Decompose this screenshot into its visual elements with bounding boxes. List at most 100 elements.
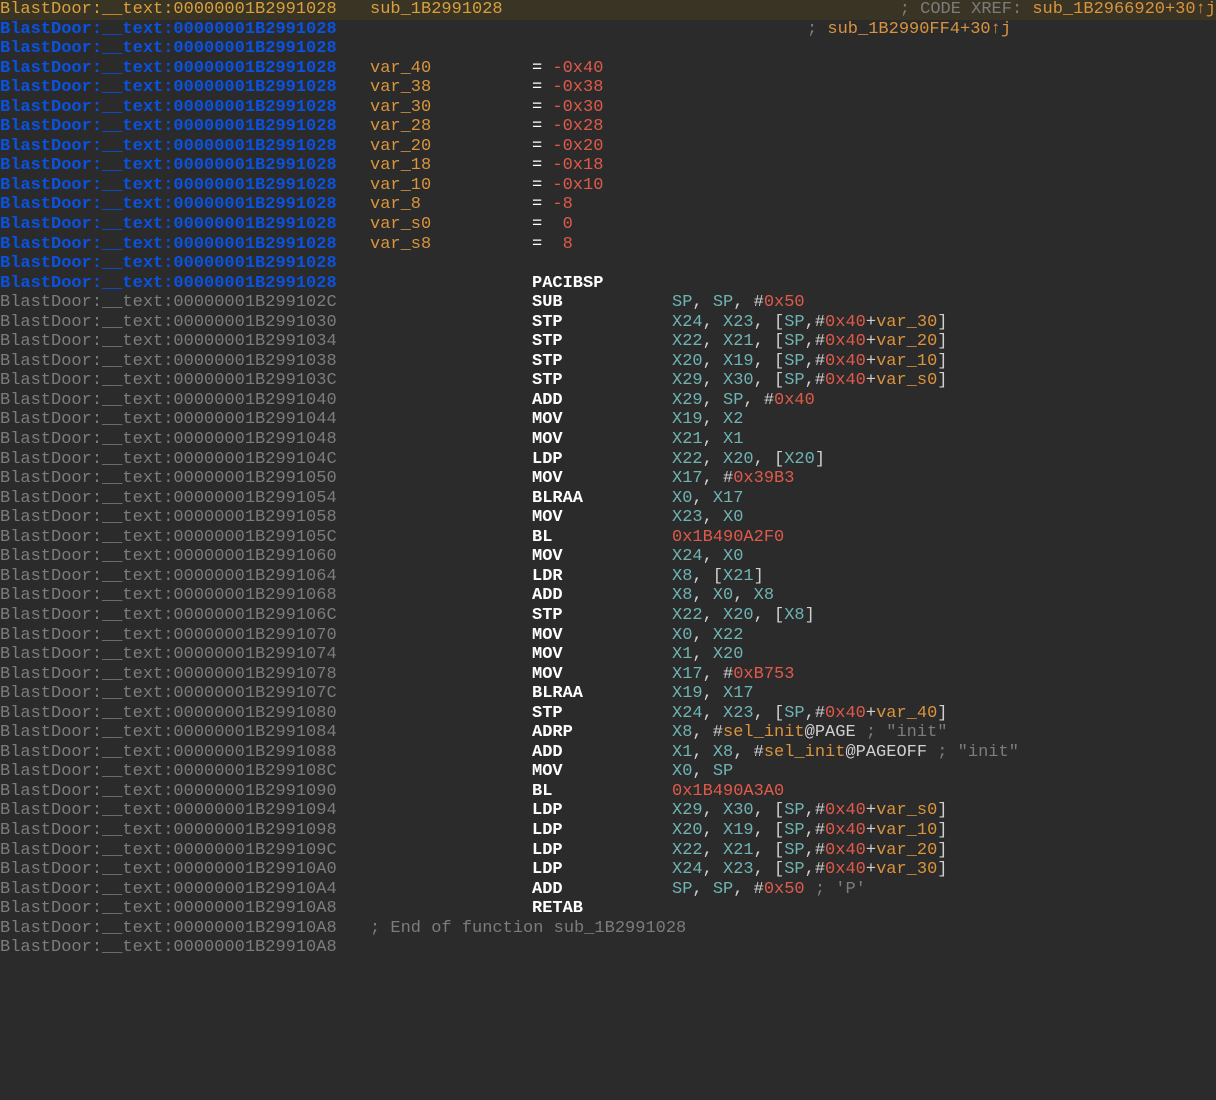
register[interactable]: X22 xyxy=(672,841,703,860)
stack-var-ref[interactable]: var_40 xyxy=(876,704,937,723)
stack-var-name[interactable]: var_8 xyxy=(370,195,532,215)
register[interactable]: X21 xyxy=(723,841,754,860)
disasm-line[interactable]: BlastDoor:__text:00000001B299102CSUBSP, … xyxy=(0,293,1216,313)
register[interactable]: X23 xyxy=(672,508,703,527)
register[interactable]: X17 xyxy=(672,469,703,488)
register[interactable]: X2 xyxy=(723,410,743,429)
register[interactable]: SP xyxy=(672,880,692,899)
register[interactable]: X0 xyxy=(672,762,692,781)
register[interactable]: X29 xyxy=(672,801,703,820)
disasm-line[interactable]: BlastDoor:__text:00000001B2991070MOVX0, … xyxy=(0,626,1216,646)
register[interactable]: X23 xyxy=(723,860,754,879)
register[interactable]: X24 xyxy=(672,547,703,566)
register[interactable]: X19 xyxy=(672,684,703,703)
register[interactable]: X0 xyxy=(723,547,743,566)
disasm-line[interactable]: BlastDoor:__text:00000001B29910A8RETAB xyxy=(0,899,1216,919)
xref-link[interactable]: sub_1B2990FF4+30↑j xyxy=(827,20,1011,40)
stack-var-name[interactable]: var_38 xyxy=(370,78,532,98)
register[interactable]: SP xyxy=(713,293,733,312)
stack-var-ref[interactable]: var_30 xyxy=(876,860,937,879)
register[interactable]: X20 xyxy=(713,645,744,664)
disasm-line[interactable]: BlastDoor:__text:00000001B2991028; sub_1… xyxy=(0,20,1216,40)
disasm-line[interactable]: BlastDoor:__text:00000001B2991084ADRPX8,… xyxy=(0,723,1216,743)
register[interactable]: X0 xyxy=(672,626,692,645)
selector-ref[interactable]: sel_init xyxy=(764,743,846,762)
disasm-line[interactable]: BlastDoor:__text:00000001B2991074MOVX1, … xyxy=(0,645,1216,665)
register[interactable]: X20 xyxy=(672,821,703,840)
disasm-line[interactable]: BlastDoor:__text:00000001B2991028var_28=… xyxy=(0,117,1216,137)
stack-var-ref[interactable]: var_10 xyxy=(876,821,937,840)
register[interactable]: X19 xyxy=(672,410,703,429)
disassembly-listing[interactable]: BlastDoor:__text:00000001B2991028sub_1B2… xyxy=(0,0,1216,958)
disasm-line[interactable]: BlastDoor:__text:00000001B2991028var_8= … xyxy=(0,195,1216,215)
disasm-line[interactable]: BlastDoor:__text:00000001B29910A0LDPX24,… xyxy=(0,860,1216,880)
register[interactable]: X20 xyxy=(672,352,703,371)
disasm-line[interactable]: BlastDoor:__text:00000001B2991028var_10=… xyxy=(0,176,1216,196)
disasm-line[interactable]: BlastDoor:__text:00000001B2991080STPX24,… xyxy=(0,704,1216,724)
disasm-line[interactable]: BlastDoor:__text:00000001B2991050MOVX17,… xyxy=(0,469,1216,489)
disasm-line[interactable]: BlastDoor:__text:00000001B2991028var_30=… xyxy=(0,98,1216,118)
register[interactable]: SP xyxy=(784,860,804,879)
disasm-line[interactable]: BlastDoor:__text:00000001B2991028var_s0=… xyxy=(0,215,1216,235)
register[interactable]: X21 xyxy=(672,430,703,449)
disasm-line[interactable]: BlastDoor:__text:00000001B299107CBLRAAX1… xyxy=(0,684,1216,704)
stack-var-ref[interactable]: var_s0 xyxy=(876,371,937,390)
disasm-line[interactable]: BlastDoor:__text:00000001B29910A4ADDSP, … xyxy=(0,880,1216,900)
disasm-line[interactable]: BlastDoor:__text:00000001B2991028PACIBSP xyxy=(0,274,1216,294)
disasm-line[interactable]: BlastDoor:__text:00000001B299105CBL0x1B4… xyxy=(0,528,1216,548)
disasm-line[interactable]: BlastDoor:__text:00000001B2991090BL0x1B4… xyxy=(0,782,1216,802)
register[interactable]: X8 xyxy=(672,567,692,586)
register[interactable]: SP xyxy=(713,880,733,899)
register[interactable]: SP xyxy=(672,293,692,312)
disasm-line[interactable]: BlastDoor:__text:00000001B2991034STPX22,… xyxy=(0,332,1216,352)
register[interactable]: X0 xyxy=(713,586,733,605)
register[interactable]: X24 xyxy=(672,704,703,723)
disasm-line[interactable]: BlastDoor:__text:00000001B2991068ADDX8, … xyxy=(0,586,1216,606)
stack-var-name[interactable]: var_18 xyxy=(370,156,532,176)
subroutine-name[interactable]: sub_1B2991028 xyxy=(370,0,503,20)
stack-var-ref[interactable]: var_20 xyxy=(876,841,937,860)
register[interactable]: X22 xyxy=(672,450,703,469)
register[interactable]: X29 xyxy=(672,391,703,410)
stack-var-ref[interactable]: var_20 xyxy=(876,332,937,351)
register[interactable]: X0 xyxy=(723,508,743,527)
register[interactable]: X8 xyxy=(713,743,733,762)
stack-var-name[interactable]: var_28 xyxy=(370,117,532,137)
disasm-line[interactable]: BlastDoor:__text:00000001B2991038STPX20,… xyxy=(0,352,1216,372)
register[interactable]: SP xyxy=(784,704,804,723)
register[interactable]: SP xyxy=(784,841,804,860)
disasm-line[interactable]: BlastDoor:__text:00000001B2991028sub_1B2… xyxy=(0,0,1216,20)
disasm-line[interactable]: BlastDoor:__text:00000001B299103CSTPX29,… xyxy=(0,371,1216,391)
disasm-line[interactable]: BlastDoor:__text:00000001B299109CLDPX22,… xyxy=(0,841,1216,861)
disasm-line[interactable]: BlastDoor:__text:00000001B2991048MOVX21,… xyxy=(0,430,1216,450)
register[interactable]: X23 xyxy=(723,313,754,332)
register[interactable]: SP xyxy=(713,762,733,781)
register[interactable]: X30 xyxy=(723,801,754,820)
register[interactable]: X20 xyxy=(784,450,815,469)
branch-target[interactable]: 0x1B490A3A0 xyxy=(672,782,784,801)
register[interactable]: X22 xyxy=(713,626,744,645)
disasm-line[interactable]: BlastDoor:__text:00000001B2991028var_18=… xyxy=(0,156,1216,176)
register[interactable]: X22 xyxy=(672,332,703,351)
stack-var-name[interactable]: var_s0 xyxy=(370,215,532,235)
disasm-line[interactable]: BlastDoor:__text:00000001B2991094LDPX29,… xyxy=(0,801,1216,821)
register[interactable]: X1 xyxy=(672,645,692,664)
disasm-line[interactable]: BlastDoor:__text:00000001B2991060MOVX24,… xyxy=(0,547,1216,567)
register[interactable]: SP xyxy=(784,371,804,390)
disasm-line[interactable]: BlastDoor:__text:00000001B2991028 xyxy=(0,39,1216,59)
register[interactable]: X8 xyxy=(672,586,692,605)
branch-target[interactable]: 0x1B490A2F0 xyxy=(672,528,784,547)
disasm-line[interactable]: BlastDoor:__text:00000001B2991028 xyxy=(0,254,1216,274)
disasm-line[interactable]: BlastDoor:__text:00000001B2991098LDPX20,… xyxy=(0,821,1216,841)
register[interactable]: X17 xyxy=(713,489,744,508)
register[interactable]: X21 xyxy=(723,567,754,586)
disasm-line[interactable]: BlastDoor:__text:00000001B2991040ADDX29,… xyxy=(0,391,1216,411)
register[interactable]: SP xyxy=(723,391,743,410)
register[interactable]: SP xyxy=(784,352,804,371)
disasm-line[interactable]: BlastDoor:__text:00000001B29910A8 xyxy=(0,938,1216,958)
register[interactable]: X17 xyxy=(723,684,754,703)
register[interactable]: X19 xyxy=(723,352,754,371)
disasm-line[interactable]: BlastDoor:__text:00000001B2991088ADDX1, … xyxy=(0,743,1216,763)
register[interactable]: X30 xyxy=(723,371,754,390)
stack-var-name[interactable]: var_40 xyxy=(370,59,532,79)
